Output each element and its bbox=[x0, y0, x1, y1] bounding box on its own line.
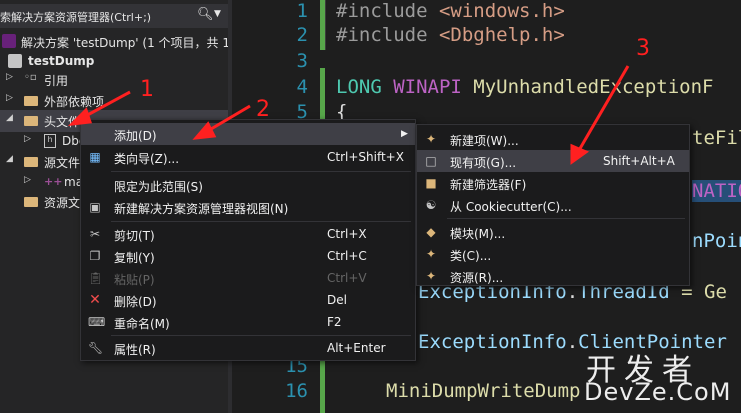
arrow-3-head bbox=[570, 143, 590, 165]
arrow-1-line bbox=[81, 90, 131, 120]
annotation-number-1: 1 bbox=[140, 77, 154, 102]
watermark-latin: DevZe.CoM bbox=[584, 378, 732, 406]
arrow-2-head bbox=[192, 121, 217, 140]
arrow-1-head bbox=[67, 107, 93, 126]
annotation-number-2: 2 bbox=[256, 97, 270, 122]
annotation-number-3: 3 bbox=[636, 36, 650, 61]
arrow-2-line bbox=[205, 104, 251, 134]
arrow-3-line bbox=[576, 65, 630, 153]
